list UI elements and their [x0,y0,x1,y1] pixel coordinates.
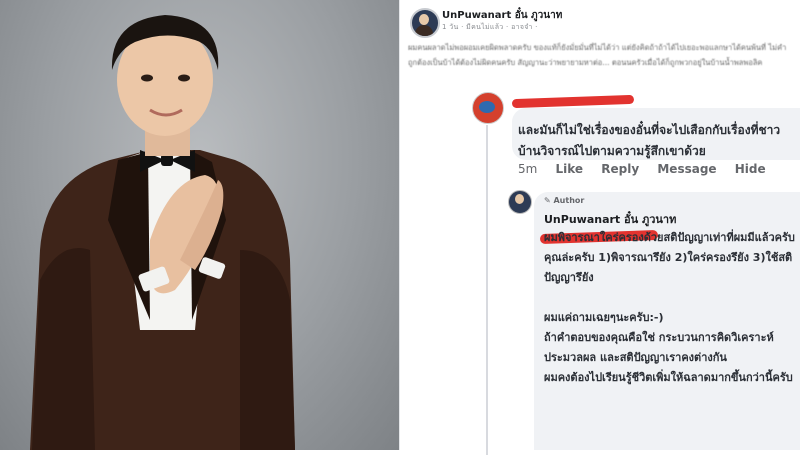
comment-time: 5m [518,162,538,176]
portrait-photo [0,0,400,450]
post-author-name[interactable]: UnPuwanart อั๋น ภูวนาท [442,8,562,23]
reply-spacer [544,288,796,308]
reply-author-avatar[interactable] [508,190,532,214]
like-button[interactable]: Like [556,162,584,176]
post-body-text: ผมคนผลาดไม่พอผอมเคยผิดพลาดครับ ของแท้ก็ย… [408,43,787,67]
commenter-avatar[interactable] [472,92,504,124]
hide-button[interactable]: Hide [735,162,766,176]
message-button[interactable]: Message [657,162,716,176]
reply-button[interactable]: Reply [601,162,639,176]
author-badge: ✎ Author [544,196,585,205]
reply-text: ผมพิจารณาใคร่ครองด้วยสติปัญญาเท่าที่ผมมี… [544,228,796,388]
reply-author-name[interactable]: UnPuwanart อั๋น ภูวนาท [544,210,676,228]
man-in-tuxedo-image [30,15,295,450]
reply-paragraph: ผมคงต้องไปเรียนรู้ชีวิตเพิ่มให้ฉลาดมากขึ… [544,371,793,384]
reply-paragraph: ผมแค่ถามเฉยๆนะครับ:-) [544,311,664,324]
post-author-avatar[interactable] [410,8,440,38]
reply-paragraph: ถ้าคำตอบของคุณคือใช่ กระบวนการคิดวิเคราะ… [544,331,774,364]
post-meta: 1 วัน · มีคนไม่แล้ว · อาจจำ · [442,23,538,31]
comment-text: และมันก็ไม่ใช่เรื่องของอั๋นที่จะไปเสือกก… [518,123,781,158]
reply-paragraph: ผมพิจารณาใคร่ครองด้วยสติปัญญาเท่าที่ผมมี… [544,231,795,284]
reply-thread-line [486,125,488,455]
comment-actions: 5m Like Reply Message Hide [518,162,780,176]
